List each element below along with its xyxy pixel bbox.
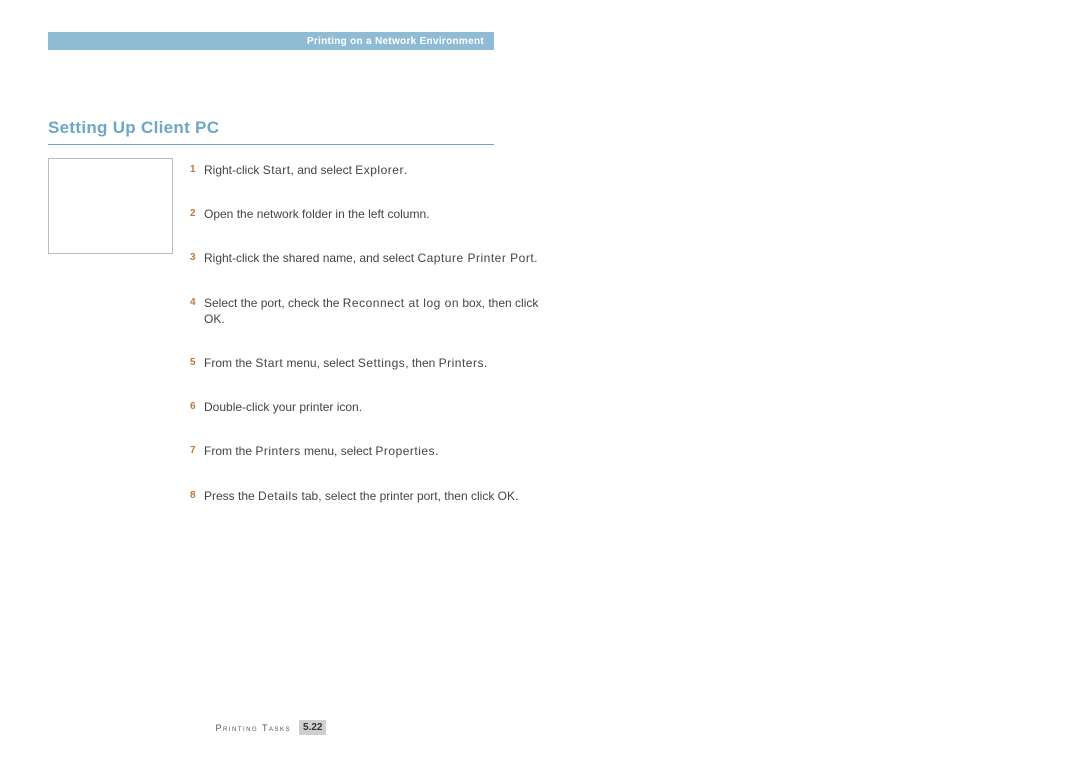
step-row: 2Open the network folder in the left col… [190, 206, 560, 222]
step-number: 4 [190, 295, 204, 311]
header-bar: Printing on a Network Environment [48, 32, 494, 50]
step-text: From the Start menu, select Settings, th… [204, 355, 560, 371]
body-text: tab, select the printer port, then click… [298, 489, 518, 503]
command-text: Start [255, 356, 283, 370]
step-number: 3 [190, 250, 204, 266]
body-text: , then [405, 356, 438, 370]
footer-label: Printing Tasks [216, 723, 292, 733]
step-row: 3Right-click the shared name, and select… [190, 250, 560, 266]
footer-page: 5.22 [299, 720, 326, 735]
section-title: Setting Up Client PC [48, 118, 494, 145]
step-number: 1 [190, 162, 204, 178]
step-row: 8Press the Details tab, select the print… [190, 488, 560, 504]
command-text: Printers [439, 356, 484, 370]
command-text: Settings [358, 356, 405, 370]
step-row: 6Double-click your printer icon. [190, 399, 560, 415]
body-text: Press the [204, 489, 258, 503]
body-text: Select the port, check the [204, 296, 343, 310]
body-text: . [435, 444, 438, 458]
step-text: Double-click your printer icon. [204, 399, 560, 415]
image-placeholder [48, 158, 173, 254]
step-number: 7 [190, 443, 204, 459]
body-text: From the [204, 356, 255, 370]
step-text: Open the network folder in the left colu… [204, 206, 560, 222]
footer: Printing Tasks 5.22 [48, 720, 494, 735]
body-text: . [484, 356, 487, 370]
command-text: Explorer [355, 163, 404, 177]
step-text: From the Printers menu, select Propertie… [204, 443, 560, 459]
command-text: Properties [375, 444, 435, 458]
step-text: Right-click Start, and select Explorer. [204, 162, 560, 178]
step-row: 4Select the port, check the Reconnect at… [190, 295, 560, 327]
command-text: Printers [255, 444, 300, 458]
command-text: Capture Printer Port [417, 251, 534, 265]
command-text: Details [258, 489, 298, 503]
step-number: 2 [190, 206, 204, 222]
step-number: 5 [190, 355, 204, 371]
body-text: Right-click [204, 163, 263, 177]
step-number: 8 [190, 488, 204, 504]
command-text: Start [263, 163, 291, 177]
header-title: Printing on a Network Environment [307, 36, 484, 47]
step-row: 5From the Start menu, select Settings, t… [190, 355, 560, 371]
body-text: . [534, 251, 537, 265]
step-text: Select the port, check the Reconnect at … [204, 295, 560, 327]
body-text: Double-click your printer icon. [204, 400, 362, 414]
steps-list: 1Right-click Start, and select Explorer.… [190, 162, 560, 532]
step-text: Press the Details tab, select the printe… [204, 488, 560, 504]
step-row: 1Right-click Start, and select Explorer. [190, 162, 560, 178]
step-text: Right-click the shared name, and select … [204, 250, 560, 266]
body-text: Right-click the shared name, and select [204, 251, 417, 265]
body-text: menu, select [283, 356, 358, 370]
step-row: 7From the Printers menu, select Properti… [190, 443, 560, 459]
command-text: Reconnect at log on [343, 296, 459, 310]
step-number: 6 [190, 399, 204, 415]
body-text: Open the network folder in the left colu… [204, 207, 429, 221]
body-text: From the [204, 444, 255, 458]
body-text: menu, select [301, 444, 376, 458]
body-text: , and select [291, 163, 356, 177]
body-text: . [404, 163, 407, 177]
